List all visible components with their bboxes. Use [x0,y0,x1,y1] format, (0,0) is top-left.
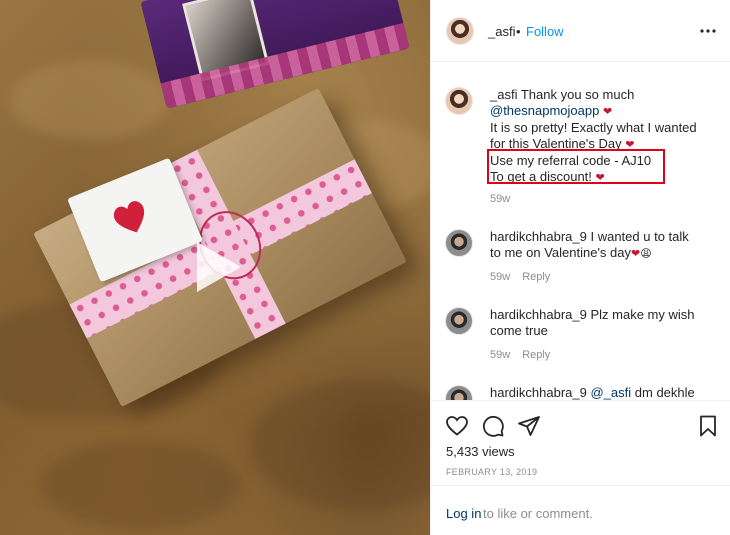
mention-link[interactable]: @thesnapmojoapp [490,103,599,118]
comment-text: hardikchhabra_9 @_asfi dm dekhle [490,385,722,400]
comment-timestamp: 59w [490,349,511,361]
login-bar: Log in to like or comment. [431,485,730,535]
comment-item: hardikchhabra_9 @_asfi dm dekhle [431,383,730,400]
login-prompt-text: to like or comment. [483,506,593,521]
reply-button[interactable]: Reply [522,271,550,283]
post-media[interactable] [0,0,430,535]
mention-link[interactable]: @_asfi [590,385,631,400]
comment-timestamp: 59w [490,271,511,283]
bookmark-icon[interactable] [696,414,720,438]
heart-icon [113,201,145,233]
comment-username[interactable]: hardikchhabra_9 [490,385,587,400]
chocolate-bar [140,0,410,109]
sad-emoji-icon: 😩 [640,248,652,260]
comment-line: to me on Valentine's day [490,245,631,260]
heart-emoji-icon: ❤ [631,248,641,260]
post-date[interactable]: FEBRUARY 13, 2019 [446,467,537,477]
caption-line: It is so pretty! Exactly what I wanted [490,120,697,135]
comment-line: Plz make my wish [590,307,695,322]
post-header: _asfi • Follow [431,0,730,62]
avatar[interactable] [445,87,473,115]
view-count: 5,433 views [446,444,515,459]
post-username[interactable]: _asfi [488,24,515,39]
login-link[interactable]: Log in [446,506,481,521]
avatar[interactable] [445,307,473,335]
comment-timestamp: 59w [490,193,511,205]
comment-text: hardikchhabra_9 Plz make my wish come tr… [490,307,722,339]
follow-button[interactable]: Follow [526,24,564,39]
avatar[interactable] [445,385,473,400]
comment-line: I wanted u to talk [590,229,689,244]
fabric-highlight [10,60,170,140]
avatar[interactable] [446,17,474,45]
play-icon[interactable] [185,236,247,298]
comment-meta: 59w Reply [490,271,550,283]
heart-outline-icon[interactable] [445,414,469,438]
comment-username[interactable]: _asfi [490,87,517,102]
caption-line: Thank you so much [520,87,635,102]
comment-line: come true [490,323,548,338]
paper-plane-icon[interactable] [517,414,541,438]
comments-list[interactable]: _asfi Thank you so much @thesnapmojoapp … [431,63,730,400]
heart-emoji-icon: ❤ [602,106,613,118]
comment-bubble-icon[interactable] [481,414,505,438]
referral-highlight-box [487,149,665,184]
fabric-fold [40,440,240,530]
comment-text: hardikchhabra_9 I wanted u to talk to me… [490,229,722,262]
more-horizontal-icon[interactable] [699,22,717,40]
comment-username[interactable]: hardikchhabra_9 [490,229,587,244]
post-details-panel: _asfi • Follow _asfi Thank you so much @… [430,0,730,535]
comment-item: hardikchhabra_9 I wanted u to talk to me… [431,227,730,293]
avatar[interactable] [445,229,473,257]
reply-button[interactable]: Reply [522,349,550,361]
comment-item: hardikchhabra_9 Plz make my wish come tr… [431,305,730,371]
comment-meta: 59w Reply [490,349,550,361]
comment-line: dm dekhle [634,385,695,400]
comment-username[interactable]: hardikchhabra_9 [490,307,587,322]
caption-comment: _asfi Thank you so much @thesnapmojoapp … [431,85,730,215]
separator-dot: • [516,24,521,39]
fabric-fold [250,380,430,510]
